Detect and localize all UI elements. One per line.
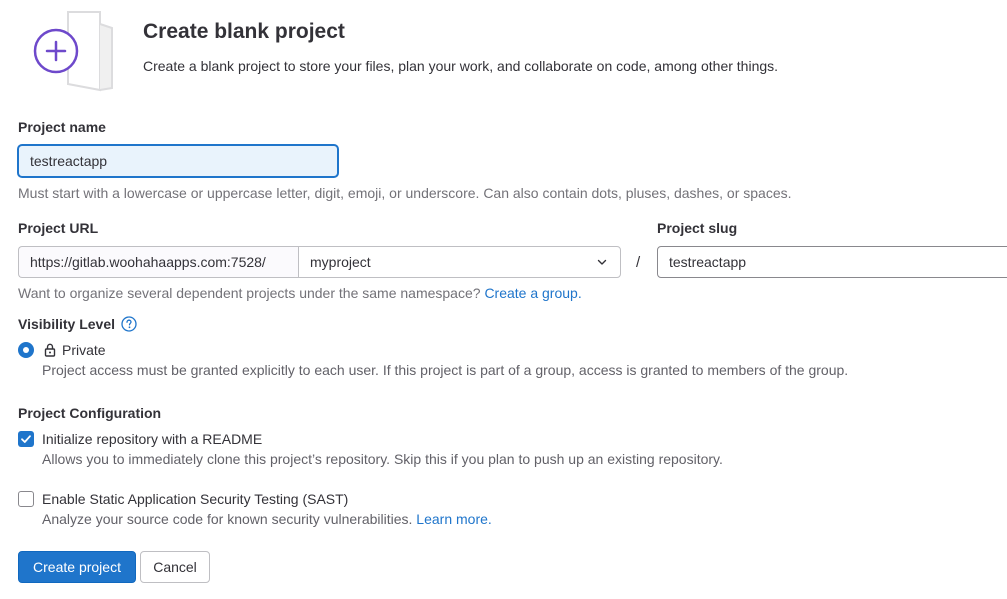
help-icon[interactable]	[121, 316, 137, 332]
project-url-help-text: Want to organize several dependent proje…	[18, 285, 481, 301]
readme-checkbox[interactable]	[18, 431, 34, 447]
sast-desc: Analyze your source code for known secur…	[42, 511, 492, 527]
project-url-label: Project URL	[18, 220, 99, 236]
visibility-private-label: Private	[62, 342, 106, 358]
readme-desc: Allows you to immediately clone this pro…	[42, 451, 723, 467]
sast-checkbox[interactable]	[18, 491, 34, 507]
namespace-select-value: myproject	[310, 254, 371, 270]
project-configuration-label: Project Configuration	[18, 405, 162, 421]
learn-more-link[interactable]: Learn more.	[416, 511, 491, 527]
project-url-help: Want to organize several dependent proje…	[18, 285, 582, 301]
create-group-link[interactable]: Create a group.	[484, 285, 581, 301]
project-name-input[interactable]	[18, 145, 338, 177]
project-slug-label: Project slug	[657, 220, 738, 236]
blank-project-illustration	[33, 11, 113, 92]
project-name-label: Project name	[18, 119, 106, 135]
project-slug-input[interactable]	[657, 246, 1007, 278]
create-project-button[interactable]: Create project	[18, 551, 136, 583]
url-separator: /	[636, 254, 641, 271]
check-icon	[21, 435, 31, 443]
namespace-select[interactable]: myproject	[298, 246, 621, 278]
page-description: Create a blank project to store your fil…	[143, 58, 779, 74]
project-url-prefix: https://gitlab.woohahaapps.com:7528/	[18, 246, 298, 278]
sast-label: Enable Static Application Security Testi…	[42, 491, 349, 507]
cancel-button[interactable]: Cancel	[140, 551, 210, 583]
visibility-level-label: Visibility Level	[18, 316, 116, 332]
visibility-private-radio[interactable]	[18, 342, 34, 358]
chevron-down-icon	[597, 259, 607, 265]
readme-label: Initialize repository with a README	[42, 431, 263, 447]
project-name-help: Must start with a lowercase or uppercase…	[18, 185, 792, 201]
sast-desc-text: Analyze your source code for known secur…	[42, 511, 413, 527]
visibility-private-desc: Project access must be granted explicitl…	[42, 362, 849, 378]
lock-icon	[44, 343, 56, 357]
page-title: Create blank project	[143, 20, 345, 43]
